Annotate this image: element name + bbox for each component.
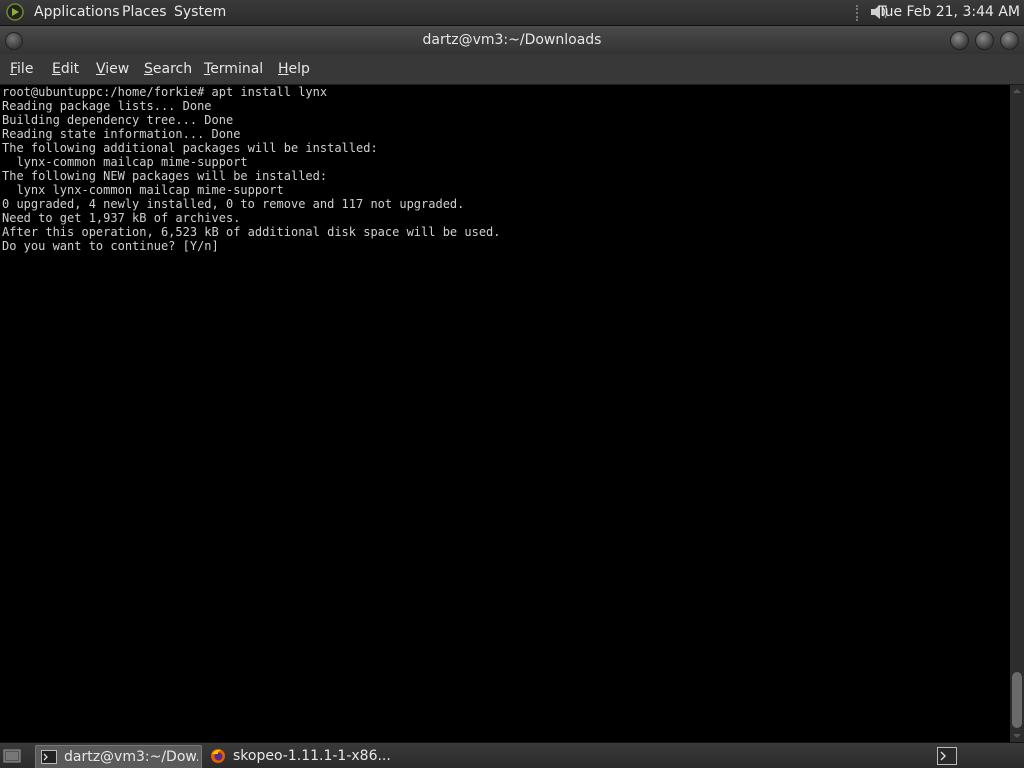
terminal-menubar: File Edit View Search Terminal Help (0, 54, 1024, 85)
window-titlebar[interactable]: dartz@vm3:~/Downloads (0, 26, 1024, 54)
menu-search-label: earch (152, 61, 193, 77)
bottom-panel: dartz@vm3:~/Dow... skopeo-1.11.1-1-x86..… (0, 742, 1024, 768)
maximize-button[interactable] (975, 31, 994, 50)
tray-terminal-icon[interactable] (937, 747, 957, 765)
menu-edit-label: dit (60, 61, 80, 77)
taskbar-item-firefox[interactable]: skopeo-1.11.1-1-x86... (205, 745, 391, 767)
terminal-output[interactable]: root@ubuntuppc:/home/forkie# apt install… (0, 85, 1010, 742)
system-menu[interactable]: System (174, 0, 226, 25)
menu-file-mnemonic: F (10, 61, 18, 77)
menu-terminal-label: erminal (210, 61, 264, 77)
menu-view-mnemonic: V (96, 61, 106, 77)
menu-help-label: elp (288, 61, 310, 77)
gnome-menu-icon[interactable] (6, 3, 24, 21)
menu-help-mnemonic: H (278, 61, 289, 77)
terminal-scrollbar[interactable] (1010, 85, 1024, 742)
clock[interactable]: Tue Feb 21, 3:44 AM (878, 0, 1020, 25)
show-desktop-icon[interactable] (3, 747, 21, 765)
places-menu[interactable]: Places (122, 0, 167, 25)
tray-handle (856, 5, 862, 21)
menu-search[interactable]: Search (144, 54, 192, 84)
taskbar-item-label: skopeo-1.11.1-1-x86... (233, 748, 391, 764)
terminal-icon (41, 750, 57, 764)
menu-help[interactable]: Help (278, 54, 310, 84)
applications-menu[interactable]: Applications (34, 0, 120, 25)
minimize-button[interactable] (950, 31, 969, 50)
menu-search-mnemonic: S (144, 61, 153, 77)
terminal-text[interactable]: root@ubuntuppc:/home/forkie# apt install… (0, 85, 1010, 253)
window-title: dartz@vm3:~/Downloads (422, 32, 602, 48)
close-button[interactable] (1000, 31, 1019, 50)
firefox-icon (211, 749, 225, 763)
menu-file[interactable]: File (10, 54, 33, 84)
top-panel: Applications Places System Tue Feb 21, 3… (0, 0, 1024, 26)
menu-file-label: ile (17, 61, 34, 77)
taskbar-item-terminal[interactable]: dartz@vm3:~/Dow... (35, 745, 202, 768)
scroll-down-icon[interactable] (1010, 730, 1024, 742)
taskbar-item-label: dartz@vm3:~/Dow... (64, 749, 198, 765)
menu-edit[interactable]: Edit (52, 54, 79, 84)
menu-view[interactable]: View (96, 54, 129, 84)
menu-view-label: iew (105, 61, 130, 77)
scroll-up-icon[interactable] (1010, 85, 1024, 97)
menu-terminal[interactable]: Terminal (204, 54, 263, 84)
scrollbar-thumb[interactable] (1012, 672, 1022, 728)
menu-edit-mnemonic: E (52, 61, 61, 77)
